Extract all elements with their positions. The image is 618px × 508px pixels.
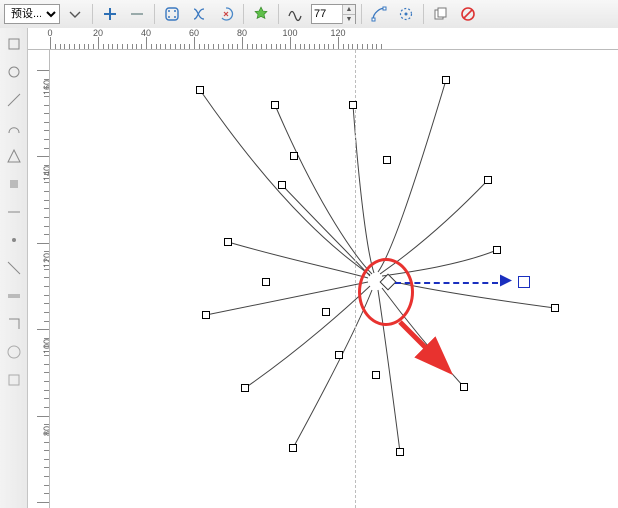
path-node[interactable] (484, 176, 492, 184)
wave-icon[interactable] (284, 2, 308, 26)
prohibit-icon[interactable] (456, 2, 480, 26)
side-tool-4[interactable] (2, 116, 26, 140)
side-tool-13[interactable] (2, 368, 26, 392)
side-tool-5[interactable] (2, 144, 26, 168)
break-node-icon[interactable] (187, 2, 211, 26)
toolbar: 预设... ▲ ▼ (0, 0, 618, 29)
path-node[interactable] (383, 156, 391, 164)
spray-amount-input[interactable]: ▲ ▼ (311, 4, 356, 24)
preset-select[interactable]: 预设... (4, 4, 60, 24)
path-node[interactable] (396, 448, 404, 456)
path-node[interactable] (290, 152, 298, 160)
path-node[interactable] (202, 311, 210, 319)
direction-arrow-icon[interactable] (499, 274, 513, 291)
side-tool-9[interactable] (2, 256, 26, 280)
side-tool-6[interactable] (2, 172, 26, 196)
plus-icon[interactable] (98, 2, 122, 26)
path-node[interactable] (322, 308, 330, 316)
path-node[interactable] (241, 384, 249, 392)
path-node[interactable] (372, 371, 380, 379)
drawing-canvas[interactable] (50, 50, 618, 508)
handle-b-icon[interactable] (394, 2, 418, 26)
workspace: 020406080100120 1601401201008060 (0, 28, 618, 508)
path-node[interactable] (278, 181, 286, 189)
path-node[interactable] (551, 304, 559, 312)
star-newnode-icon[interactable] (249, 2, 273, 26)
spray-amount-field[interactable] (312, 6, 342, 22)
side-tool-10[interactable] (2, 284, 26, 308)
path-node[interactable] (262, 278, 270, 286)
path-node[interactable] (224, 238, 232, 246)
minus-icon[interactable] (125, 2, 149, 26)
path-node[interactable] (335, 351, 343, 359)
spin-up[interactable]: ▲ (342, 5, 355, 15)
swirl-icon[interactable] (214, 2, 238, 26)
ruler-vertical[interactable]: 1601401201008060 (28, 50, 50, 508)
side-tool-7[interactable] (2, 200, 26, 224)
side-tool-8[interactable] (2, 228, 26, 252)
path-node[interactable] (196, 86, 204, 94)
path-node[interactable] (289, 444, 297, 452)
direction-end-handle[interactable] (518, 276, 530, 288)
join-nodes-icon[interactable] (160, 2, 184, 26)
ruler-horizontal[interactable]: 020406080100120 (28, 28, 618, 50)
path-node[interactable] (349, 101, 357, 109)
side-tool-11[interactable] (2, 312, 26, 336)
path-node[interactable] (442, 76, 450, 84)
side-tool-12[interactable] (2, 340, 26, 364)
path-node[interactable] (493, 246, 501, 254)
side-toolbox (0, 28, 28, 508)
preset-dropdown-extra[interactable] (63, 2, 87, 26)
annotation-arrow (392, 314, 472, 394)
side-tool-2[interactable] (2, 60, 26, 84)
duplicate-icon[interactable] (429, 2, 453, 26)
path-node[interactable] (271, 101, 279, 109)
side-tool-3[interactable] (2, 88, 26, 112)
handle-a-icon[interactable] (367, 2, 391, 26)
side-tool-1[interactable] (2, 32, 26, 56)
spin-down[interactable]: ▼ (342, 15, 355, 24)
guide-line[interactable] (355, 50, 356, 508)
vector-shape[interactable] (50, 50, 618, 508)
